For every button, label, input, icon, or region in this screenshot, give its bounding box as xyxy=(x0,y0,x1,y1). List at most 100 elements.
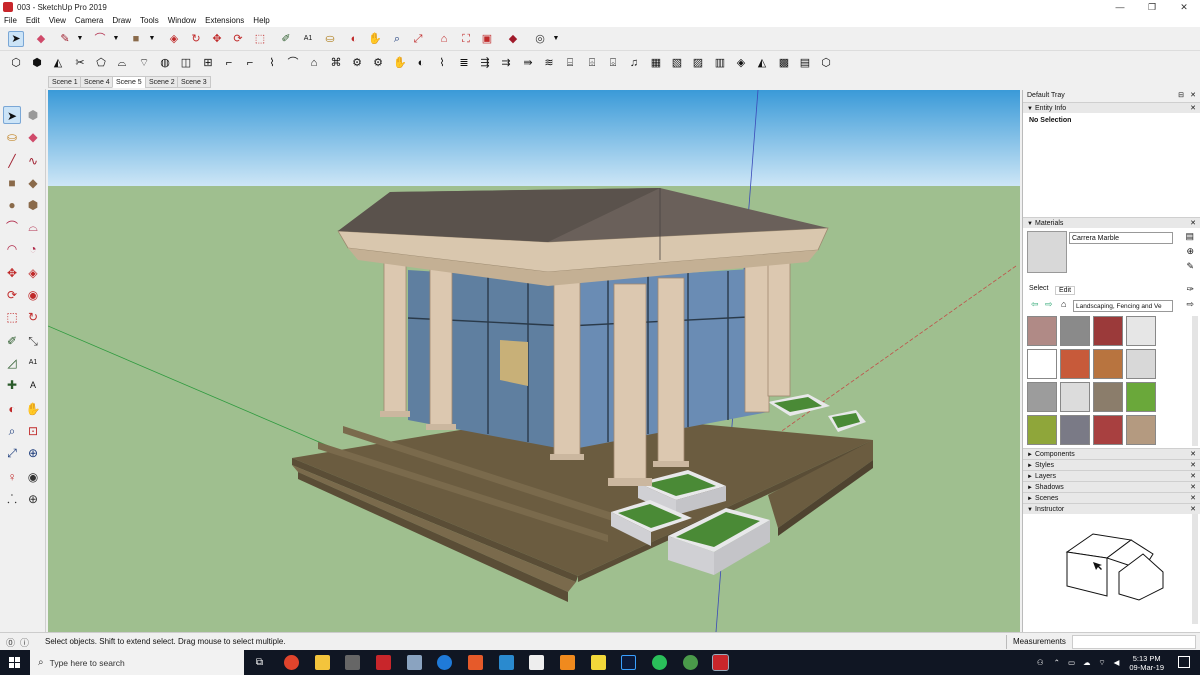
tape-measure-icon[interactable]: ✐ xyxy=(3,332,21,350)
paint-bucket-icon[interactable]: ⛀ xyxy=(3,128,21,146)
account-dropdown-icon[interactable]: ▼ xyxy=(548,31,564,47)
extension-warehouse-icon[interactable]: ◆ xyxy=(505,31,521,47)
close-button[interactable]: ✕ xyxy=(1168,0,1200,14)
tool-icon-24[interactable]: ⇉ xyxy=(498,55,514,71)
previous-view-icon[interactable]: ⊕ xyxy=(24,444,42,462)
tool-icon-34[interactable]: ▥ xyxy=(712,55,728,71)
rectangle-icon[interactable]: ■ xyxy=(128,31,144,47)
arc-icon[interactable]: ⌒ xyxy=(92,31,108,47)
menu-draw[interactable]: Draw xyxy=(112,16,131,25)
text-tool-icon[interactable]: A1 xyxy=(300,31,316,47)
tool-icon-27[interactable]: ⌸ xyxy=(562,55,578,71)
instructor-scrollbar[interactable] xyxy=(1192,514,1198,624)
scale-icon[interactable]: ⬚ xyxy=(3,308,21,326)
tab-scene-2[interactable]: Scene 2 xyxy=(145,76,179,88)
paint-bucket-icon[interactable]: ⛀ xyxy=(322,31,338,47)
tool-icon-4[interactable]: ✂ xyxy=(72,55,88,71)
geolocation-icon[interactable]: ⓪ xyxy=(6,636,15,649)
library-dropdown[interactable]: Landscaping, Fencing and Ve xyxy=(1073,300,1173,312)
taskbar-search[interactable]: ⌕ Type here to search xyxy=(30,650,244,675)
rotated-rectangle-icon[interactable]: ◆ xyxy=(24,174,42,192)
tab-select[interactable]: Select xyxy=(1029,285,1048,292)
tool-icon-6[interactable]: ⌓ xyxy=(114,55,130,71)
share-component-icon[interactable]: ▣ xyxy=(479,31,495,47)
arc-dropdown-icon[interactable]: ▼ xyxy=(108,31,124,47)
follow-me-icon[interactable]: ◉ xyxy=(24,286,42,304)
menu-extensions[interactable]: Extensions xyxy=(205,16,244,25)
material-swatch[interactable] xyxy=(1060,349,1090,379)
line-dropdown-icon[interactable]: ▼ xyxy=(72,31,88,47)
tool-icon-20[interactable]: ◐ xyxy=(413,55,429,71)
sketchup-taskbar-icon[interactable] xyxy=(712,654,729,671)
tool-icon-23[interactable]: ⇶ xyxy=(477,55,493,71)
material-swatch[interactable] xyxy=(1027,382,1057,412)
3d-text-icon[interactable]: A xyxy=(24,376,42,394)
tool-icon-8[interactable]: ◍ xyxy=(157,55,173,71)
zoom-extents-icon[interactable]: ⤢ xyxy=(410,31,426,47)
panel-entity-info[interactable]: ▼ Entity Info ✕ xyxy=(1023,102,1200,113)
material-swatch[interactable] xyxy=(1126,415,1156,445)
material-swatch[interactable] xyxy=(1093,382,1123,412)
create-material-icon[interactable]: ⊕ xyxy=(1186,246,1194,257)
select-tool-icon[interactable]: ➤ xyxy=(8,31,24,47)
zoom-icon[interactable]: ⌕ xyxy=(3,422,21,440)
section-plane-icon[interactable]: ⊕ xyxy=(24,490,42,508)
rectangle-icon[interactable]: ■ xyxy=(3,174,21,192)
pencil-icon[interactable]: ✎ xyxy=(57,31,73,47)
task-view-icon[interactable]: ⧉ xyxy=(252,655,267,670)
two-point-arc-icon[interactable]: ⌓ xyxy=(24,218,42,236)
app-icon-5[interactable] xyxy=(407,655,422,670)
material-swatch[interactable] xyxy=(1060,415,1090,445)
menu-window[interactable]: Window xyxy=(168,16,196,25)
drawing-viewport[interactable] xyxy=(48,90,1020,632)
eraser-icon[interactable]: ◆ xyxy=(24,128,42,146)
panel-instructor[interactable]: ▼ Instructor ✕ xyxy=(1023,503,1200,514)
tool-icon-25[interactable]: ⇛ xyxy=(520,55,536,71)
file-explorer-icon[interactable] xyxy=(315,655,330,670)
orbit-icon[interactable]: ◐ xyxy=(3,400,21,418)
dimension-icon[interactable]: ⤡ xyxy=(24,332,42,350)
tool-icon-28[interactable]: ⌹ xyxy=(584,55,600,71)
tool-icon-18[interactable]: ⚙ xyxy=(370,55,386,71)
tab-scene-5[interactable]: Scene 5 xyxy=(112,76,146,88)
tool-icon-3[interactable]: ◭ xyxy=(50,55,66,71)
pie-icon[interactable]: ◔ xyxy=(24,240,42,258)
tool-icon-13[interactable]: ⌇ xyxy=(264,55,280,71)
rotate-icon[interactable]: ⟳ xyxy=(3,286,21,304)
select-icon[interactable]: ➤ xyxy=(3,106,21,124)
circle-icon[interactable]: ● xyxy=(3,196,21,214)
offset-icon[interactable]: ↻ xyxy=(24,308,42,326)
sticky-notes-icon[interactable] xyxy=(591,655,606,670)
push-pull-icon[interactable]: ◈ xyxy=(166,31,182,47)
scale-icon[interactable]: ⬚ xyxy=(252,31,268,47)
tool-icon-21[interactable]: ⌇ xyxy=(434,55,450,71)
3d-warehouse-icon[interactable]: ⌂ xyxy=(436,31,452,47)
axes-icon[interactable]: ✚ xyxy=(3,376,21,394)
tool-icon-9[interactable]: ◫ xyxy=(178,55,194,71)
tool-icon-38[interactable]: ▤ xyxy=(797,55,813,71)
volume-icon[interactable]: ◀ xyxy=(1114,658,1120,667)
tab-scene-1[interactable]: Scene 1 xyxy=(48,76,82,88)
measurements-input[interactable] xyxy=(1072,635,1196,649)
notepad-icon[interactable] xyxy=(529,655,544,670)
panel-shadows[interactable]: ► Shadows ✕ xyxy=(1023,481,1200,492)
app-icon-8[interactable] xyxy=(499,655,514,670)
share-model-icon[interactable]: ⛶ xyxy=(458,31,474,47)
zoom-window-icon[interactable]: ⊡ xyxy=(24,422,42,440)
menu-camera[interactable]: Camera xyxy=(75,16,103,25)
back-arrow-icon[interactable]: ⇦ xyxy=(1031,299,1039,310)
eraser-icon[interactable]: ◆ xyxy=(33,31,49,47)
user-account-icon[interactable]: ◎ xyxy=(532,31,548,47)
rotate-icon[interactable]: ⟳ xyxy=(230,31,246,47)
tool-icon-33[interactable]: ▨ xyxy=(690,55,706,71)
material-swatch[interactable] xyxy=(1027,415,1057,445)
tool-icon-36[interactable]: ◭ xyxy=(754,55,770,71)
vlc-icon[interactable] xyxy=(560,655,575,670)
wifi-icon[interactable]: ⌔ xyxy=(1099,658,1106,668)
autocad-icon[interactable] xyxy=(376,655,391,670)
look-around-icon[interactable]: ◉ xyxy=(24,468,42,486)
material-swatch[interactable] xyxy=(1093,316,1123,346)
onedrive-icon[interactable]: ☁ xyxy=(1083,658,1091,667)
clock[interactable]: 5:13 PM 09-Mar-19 xyxy=(1129,654,1164,672)
tool-icon-29[interactable]: ⌺ xyxy=(605,55,621,71)
